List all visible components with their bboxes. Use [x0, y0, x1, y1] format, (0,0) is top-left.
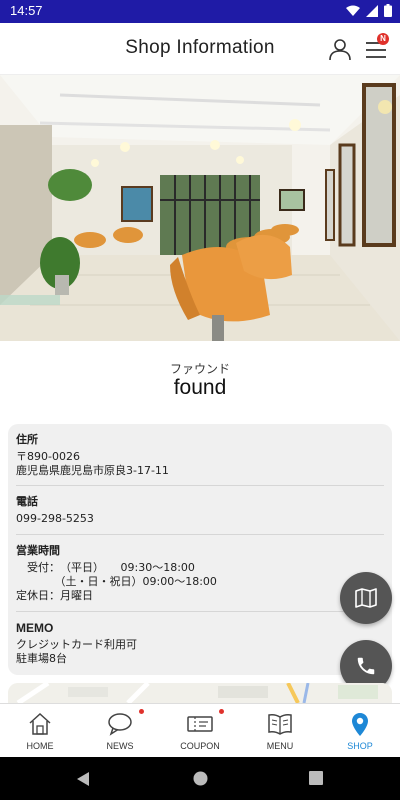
nav-home-label: HOME [26, 741, 54, 751]
news-notification-dot [139, 709, 144, 714]
nav-coupon[interactable]: COUPON [160, 704, 240, 758]
address-section: 住所 〒890-0026 鹿児島県鹿児島市原良3-17-11 [16, 433, 384, 478]
app-header: Shop Information N [0, 23, 400, 75]
divider [16, 485, 384, 486]
signal-icon [366, 4, 378, 17]
shop-name: found [173, 376, 227, 399]
nav-coupon-label: COUPON [180, 741, 220, 751]
hours-weekday: 受付： （平日） 09:30〜18:00 [16, 561, 195, 574]
nav-shop-label: SHOP [347, 741, 373, 751]
system-navigation-bar [0, 757, 400, 800]
location-pin-icon [352, 713, 368, 736]
bottom-navigation: HOME NEWS COUPON MENU SHOP [0, 703, 400, 757]
phone-number[interactable]: 099-298-5253 [16, 512, 384, 526]
home-circle-icon[interactable] [193, 771, 208, 786]
hours-weekend: （土・日・祝日）09:00〜18:00 [16, 575, 217, 588]
divider [16, 534, 384, 535]
postal-code: 〒890-0026 [16, 450, 80, 463]
coupon-icon [187, 716, 213, 732]
shop-name-kana: ファウンド [169, 362, 230, 376]
memo-label: MEMO [16, 621, 54, 635]
nav-menu-label: MENU [266, 741, 294, 751]
closed-day: 定休日：月曜日 [16, 589, 93, 602]
phone-icon [357, 657, 375, 675]
nav-menu[interactable]: MENU [240, 704, 320, 758]
phone-label: 電話 [16, 495, 38, 508]
notification-badge: N [377, 33, 389, 45]
nav-home[interactable]: HOME [0, 704, 80, 758]
back-icon[interactable] [76, 771, 90, 787]
status-bar: 14:57 [0, 0, 400, 23]
address-label: 住所 [16, 433, 38, 446]
home-icon [29, 712, 51, 735]
nav-news[interactable]: NEWS [80, 704, 160, 758]
nav-news-label: NEWS [106, 741, 134, 751]
map-icon [355, 588, 377, 608]
coupon-notification-dot [219, 709, 224, 714]
memo-parking: 駐車場8台 [16, 652, 67, 665]
wifi-icon [346, 5, 360, 16]
chat-bubble-icon [108, 713, 132, 736]
memo-section: MEMO クレジットカード利用可 駐車場8台 [16, 621, 384, 666]
shop-photo [0, 75, 400, 341]
shop-info-card: 住所 〒890-0026 鹿児島県鹿児島市原良3-17-11 電話 099-29… [8, 424, 392, 675]
book-icon [268, 714, 292, 735]
map-button[interactable] [340, 572, 392, 624]
recents-icon[interactable] [309, 771, 323, 785]
memo-credit-card: クレジットカード利用可 [16, 638, 137, 651]
divider [16, 611, 384, 612]
hours-section: 営業時間 受付： （平日） 09:30〜18:00 （土・日・祝日）09:00〜… [16, 544, 384, 603]
user-icon[interactable] [328, 37, 352, 61]
hours-label: 営業時間 [16, 544, 60, 557]
shop-map[interactable] [8, 683, 392, 703]
nav-shop[interactable]: SHOP [320, 704, 400, 758]
battery-icon [384, 4, 392, 17]
address-text: 鹿児島県鹿児島市原良3-17-11 [16, 464, 169, 477]
phone-section: 電話 099-298-5253 [16, 495, 384, 526]
status-time: 14:57 [10, 3, 43, 18]
